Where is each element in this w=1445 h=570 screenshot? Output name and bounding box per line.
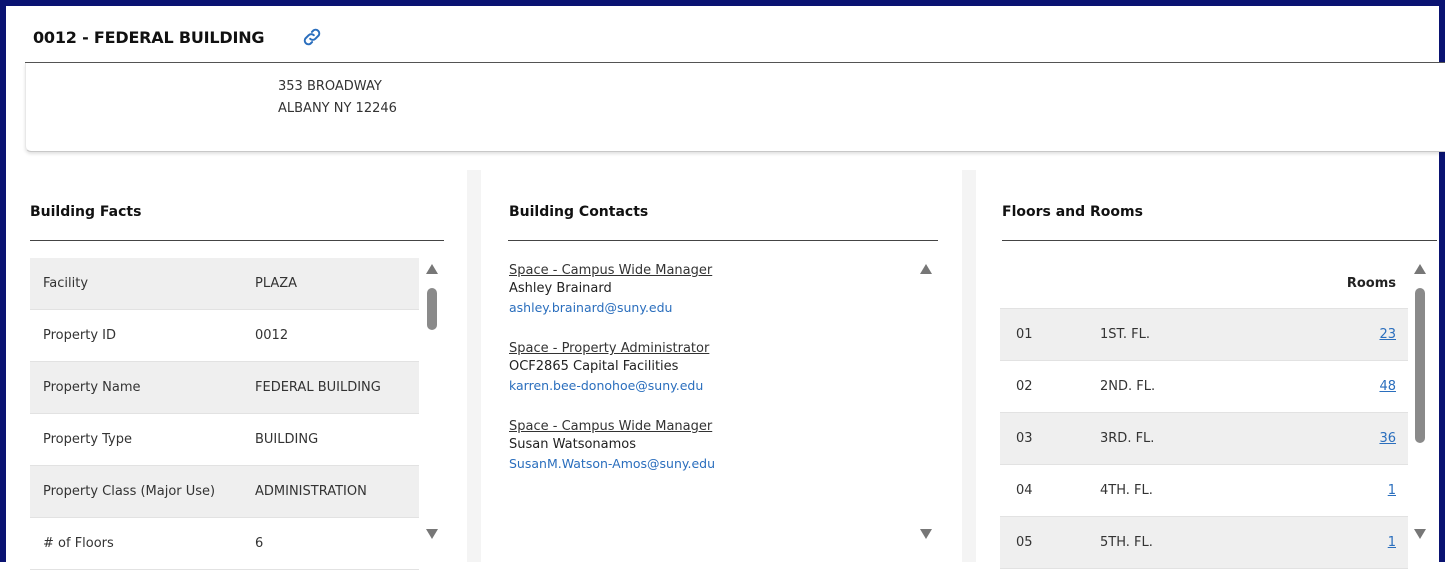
- table-row: Property Type BUILDING: [30, 414, 419, 466]
- fact-value: BUILDING: [255, 432, 319, 447]
- contact-item: Space - Property Administrator OCF2865 C…: [509, 340, 909, 396]
- contact-email-link[interactable]: ashley.brainard@suny.edu: [509, 298, 909, 318]
- fact-value: PLAZA: [255, 276, 298, 291]
- panel-divider: [962, 170, 976, 562]
- fact-label: Property Type: [43, 432, 133, 447]
- contact-email-link[interactable]: SusanM.Watson-Amos@suny.edu: [509, 454, 909, 474]
- scroll-up-arrow-icon[interactable]: [426, 264, 438, 274]
- floor-number: 03: [1016, 431, 1033, 446]
- table-row: 05 5TH. FL. 1: [1000, 517, 1408, 569]
- table-row: # of Floors 6: [30, 518, 419, 570]
- building-header: 0012 - FEDERAL BUILDING: [25, 22, 1445, 63]
- contact-role-link[interactable]: Space - Campus Wide Manager: [509, 262, 909, 279]
- floor-name: 5TH. FL.: [1100, 535, 1153, 550]
- floor-number: 01: [1016, 327, 1033, 342]
- scroll-up-arrow-icon[interactable]: [920, 264, 932, 274]
- contact-name: Susan Watsonamos: [509, 437, 637, 452]
- room-count-link[interactable]: 1: [1336, 483, 1408, 498]
- fact-label: Property Class (Major Use): [43, 484, 216, 499]
- table-row: Property Name FEDERAL BUILDING: [30, 362, 419, 414]
- contact-name: OCF2865 Capital Facilities: [509, 359, 679, 374]
- contact-item: Space - Campus Wide Manager Susan Watson…: [509, 418, 909, 474]
- address-line-2: ALBANY NY 12246: [278, 101, 397, 116]
- room-count-link[interactable]: 1: [1336, 535, 1408, 550]
- fact-label: # of Floors: [43, 536, 114, 551]
- fact-value: 0012: [255, 328, 289, 343]
- floor-name: 1ST. FL.: [1100, 327, 1151, 342]
- table-row: 02 2ND. FL. 48: [1000, 361, 1408, 413]
- floors-table: Rooms 01 1ST. FL. 23 02 2ND. FL. 48 03 3…: [1000, 258, 1408, 569]
- contact-item: Space - Campus Wide Manager Ashley Brain…: [509, 262, 909, 318]
- page-title: 0012 - FEDERAL BUILDING: [33, 28, 265, 47]
- fact-label: Facility: [43, 276, 89, 291]
- table-row: Facility PLAZA: [30, 258, 419, 310]
- table-row: 01 1ST. FL. 23: [1000, 309, 1408, 361]
- panel-divider: [467, 170, 481, 562]
- table-row: 04 4TH. FL. 1: [1000, 465, 1408, 517]
- building-facts-table: Facility PLAZA Property ID 0012 Property…: [30, 258, 419, 570]
- floor-name: 2ND. FL.: [1100, 379, 1156, 394]
- address-line-1: 353 BROADWAY: [278, 79, 382, 94]
- fact-value: ADMINISTRATION: [255, 484, 367, 499]
- building-contacts-title: Building Contacts: [509, 204, 649, 220]
- rooms-column-header: Rooms: [1000, 258, 1408, 309]
- building-facts-title: Building Facts: [30, 204, 142, 220]
- scroll-down-arrow-icon[interactable]: [920, 529, 932, 539]
- scroll-down-arrow-icon[interactable]: [1414, 529, 1426, 539]
- address-card: 353 BROADWAY ALBANY NY 12246: [25, 63, 1445, 152]
- contacts-scrollbar[interactable]: [918, 262, 934, 547]
- scroll-up-arrow-icon[interactable]: [1414, 264, 1426, 274]
- scrollbar-thumb[interactable]: [427, 288, 437, 330]
- fact-label: Property ID: [43, 328, 116, 343]
- room-count-link[interactable]: 48: [1336, 379, 1408, 394]
- contact-role-link[interactable]: Space - Property Administrator: [509, 340, 909, 357]
- fact-value: 6: [255, 536, 264, 551]
- contact-email-link[interactable]: karren.bee-donohoe@suny.edu: [509, 376, 909, 396]
- floor-number: 04: [1016, 483, 1033, 498]
- rooms-header-label: Rooms: [1346, 275, 1396, 291]
- table-row: Property Class (Major Use) ADMINISTRATIO…: [30, 466, 419, 518]
- floor-number: 02: [1016, 379, 1033, 394]
- table-row: 03 3RD. FL. 36: [1000, 413, 1408, 465]
- contact-name: Ashley Brainard: [509, 281, 612, 296]
- room-count-link[interactable]: 23: [1336, 327, 1408, 342]
- floor-name: 4TH. FL.: [1100, 483, 1153, 498]
- scrollbar-thumb[interactable]: [1415, 288, 1425, 443]
- link-icon[interactable]: [301, 26, 323, 48]
- divider: [508, 240, 938, 241]
- facts-scrollbar[interactable]: [424, 262, 440, 547]
- building-contacts-list: Space - Campus Wide Manager Ashley Brain…: [509, 262, 909, 496]
- floor-name: 3RD. FL.: [1100, 431, 1155, 446]
- floors-scrollbar[interactable]: [1412, 262, 1428, 547]
- contact-role-link[interactable]: Space - Campus Wide Manager: [509, 418, 909, 435]
- room-count-link[interactable]: 36: [1336, 431, 1408, 446]
- scroll-down-arrow-icon[interactable]: [426, 529, 438, 539]
- floors-and-rooms-title: Floors and Rooms: [1002, 204, 1143, 220]
- floor-number: 05: [1016, 535, 1033, 550]
- fact-value: FEDERAL BUILDING: [255, 380, 381, 395]
- table-row: Property ID 0012: [30, 310, 419, 362]
- divider: [1002, 240, 1437, 241]
- divider: [30, 240, 444, 241]
- fact-label: Property Name: [43, 380, 141, 395]
